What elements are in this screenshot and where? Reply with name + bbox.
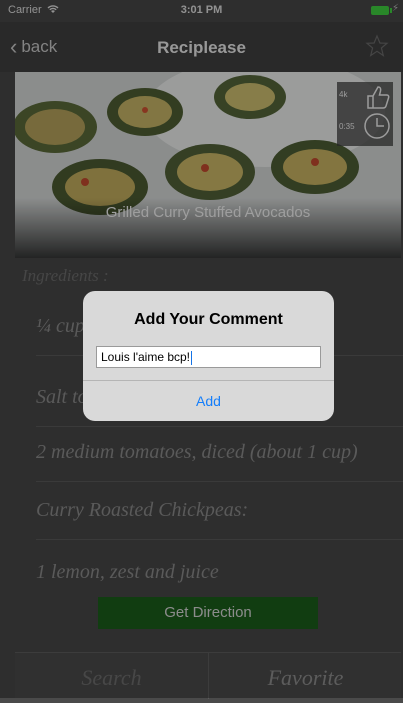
recipe-detail-screen: Carrier 3:01 PM ⚡ ‹ back Reciplease Gril… (0, 0, 403, 699)
comment-input[interactable]: Louis l'aime bcp! (96, 346, 321, 368)
add-comment-alert: Add Your Comment Louis l'aime bcp! Add (83, 291, 334, 421)
text-caret (191, 350, 193, 365)
alert-divider (83, 380, 334, 381)
alert-title: Add Your Comment (134, 311, 283, 328)
add-comment-button[interactable]: Add (83, 393, 334, 409)
comment-input-value: Louis l'aime bcp! (101, 350, 191, 364)
